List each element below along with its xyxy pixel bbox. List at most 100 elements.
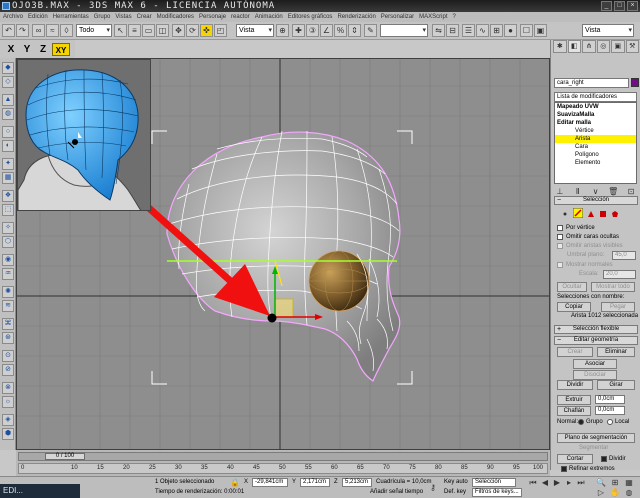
axis-x-button[interactable]: X	[4, 43, 18, 56]
tab-tool-13-icon[interactable]: ◉	[2, 254, 14, 266]
modifier-list-select[interactable]: Lista de modificadores	[554, 92, 637, 102]
cut-button[interactable]: Cortar	[557, 454, 593, 464]
tab-tool-6-icon[interactable]: ◐	[2, 140, 14, 152]
menu-help[interactable]: ?	[453, 12, 456, 22]
align-icon[interactable]: ⊟	[446, 24, 459, 37]
percent-snap-icon[interactable]: %	[334, 24, 347, 37]
copy-button[interactable]: Copiar	[557, 302, 591, 312]
maximize-button[interactable]: □	[614, 1, 625, 11]
key-filters-button[interactable]: Filtros de keys...	[472, 488, 522, 497]
manipulate-icon[interactable]: ✚	[292, 24, 305, 37]
select-rotate-icon[interactable]: ⟳	[186, 24, 199, 37]
menu-modifiers[interactable]: Modificadores	[157, 12, 194, 22]
tab-display-icon[interactable]: ▣	[611, 40, 625, 53]
material-editor-icon[interactable]: ●	[504, 24, 517, 37]
vertex-mode-icon[interactable]	[561, 210, 569, 218]
tab-tool-23-icon[interactable]: ◈	[2, 414, 14, 426]
lock-selection-icon[interactable]: 🔒	[230, 478, 240, 488]
x-coordinate-field[interactable]: -29,841cm	[252, 478, 288, 487]
rollout-selection[interactable]: Selección	[554, 196, 638, 205]
ignore-backfacing-checkbox[interactable]	[557, 234, 563, 240]
tab-tool-3-icon[interactable]: ▲	[2, 94, 14, 106]
stack-subobject-vertex[interactable]: Vértice	[555, 127, 636, 135]
turn-button[interactable]: Girar	[597, 380, 635, 390]
stack-subobject-element[interactable]: Elemento	[555, 159, 636, 167]
bind-spacewarp-icon[interactable]: ◊	[60, 24, 73, 37]
play-icon[interactable]: ▶	[552, 478, 562, 488]
named-selection-sets-select[interactable]	[380, 24, 428, 37]
tab-modify-icon[interactable]: ◧	[567, 40, 581, 53]
select-scale-icon[interactable]: ✜	[200, 24, 213, 37]
key-mode-select[interactable]: Selección	[472, 478, 516, 487]
stack-subobject-edge[interactable]: Arista	[555, 135, 636, 143]
tab-hierarchy-icon[interactable]: ⋔	[582, 40, 596, 53]
chamfer-amount-spinner[interactable]: 0,0cm	[595, 406, 625, 415]
add-time-tag-text[interactable]: Añadir señal tiempo	[370, 488, 423, 497]
taskbar-button[interactable]: EDI...	[0, 484, 80, 498]
paste-button[interactable]: Pegar	[601, 302, 635, 312]
edge-mode-icon[interactable]	[573, 208, 583, 218]
orbit-icon[interactable]: ◍	[624, 488, 634, 498]
minimize-button[interactable]: _	[601, 1, 612, 11]
zoom-all-icon[interactable]: ⊞	[610, 478, 620, 488]
window-crossing-icon[interactable]: ◫	[156, 24, 169, 37]
select-by-name-icon[interactable]: ≡	[128, 24, 141, 37]
next-frame-icon[interactable]: ▸	[564, 478, 574, 488]
region-select-icon[interactable]: ▭	[142, 24, 155, 37]
menu-animation[interactable]: Animación	[255, 12, 283, 22]
tab-tool-2-icon[interactable]: ◇	[2, 76, 14, 88]
split-checkbox[interactable]	[601, 456, 607, 462]
delete-button[interactable]: Eliminar	[597, 347, 635, 357]
previous-frame-icon[interactable]: ◀	[540, 478, 550, 488]
field-of-view-icon[interactable]: ▷	[596, 488, 606, 498]
auto-key-label[interactable]: Key auto	[444, 478, 468, 487]
stack-item-uvw[interactable]: Mapeado UVW	[555, 103, 636, 111]
selection-filter-select[interactable]: Todo	[76, 24, 112, 37]
undo-icon[interactable]: ↶	[2, 24, 15, 37]
axis-z-button[interactable]: Z	[36, 43, 50, 56]
select-move-icon[interactable]: ✥	[172, 24, 185, 37]
ignore-visible-edges-checkbox[interactable]	[557, 243, 563, 249]
hide-button[interactable]: Ocultar	[557, 282, 587, 292]
tab-tool-9-icon[interactable]: ❖	[2, 190, 14, 202]
by-vertex-checkbox[interactable]	[557, 225, 563, 231]
menu-customize[interactable]: Personalizar	[381, 12, 414, 22]
planar-threshold-spinner[interactable]: 45,0	[612, 251, 636, 260]
set-key-label[interactable]: Def. key	[444, 488, 466, 497]
tab-tool-10-icon[interactable]: ⬚	[2, 204, 14, 216]
unhide-all-button[interactable]: Mostrar todo	[591, 282, 635, 292]
rollout-edit-geometry[interactable]: Editar geometría	[554, 336, 638, 345]
schematic-view-icon[interactable]: ⊞	[490, 24, 503, 37]
tab-tool-12-icon[interactable]: ⬡	[2, 236, 14, 248]
create-button[interactable]: Crear	[557, 347, 593, 357]
attach-button[interactable]: Asociar	[573, 359, 617, 369]
menu-maxscript[interactable]: MAXScript	[419, 12, 447, 22]
tab-tool-19-icon[interactable]: ⊙	[2, 350, 14, 362]
stack-item-edit-mesh[interactable]: Editar malla	[555, 119, 636, 127]
normal-local-radio[interactable]	[607, 419, 613, 425]
redo-icon[interactable]: ↷	[16, 24, 29, 37]
show-normals-checkbox[interactable]	[557, 262, 563, 268]
tab-tool-20-icon[interactable]: ⊘	[2, 364, 14, 376]
angle-snap-icon[interactable]: ∠	[320, 24, 333, 37]
unlink-icon[interactable]: ≈	[46, 24, 59, 37]
menu-graph-editors[interactable]: Editores gráficos	[288, 12, 333, 22]
tab-tool-21-icon[interactable]: ⊗	[2, 382, 14, 394]
stack-item-meshsmooth[interactable]: SuavizaMalla	[555, 111, 636, 119]
menu-tools[interactable]: Herramientas	[53, 12, 89, 22]
curve-editor-icon[interactable]: ∿	[476, 24, 489, 37]
tab-motion-icon[interactable]: ◎	[596, 40, 610, 53]
divide-button[interactable]: Dividir	[557, 380, 593, 390]
element-mode-icon[interactable]	[611, 210, 619, 218]
menu-views[interactable]: Vistas	[115, 12, 131, 22]
tab-utilities-icon[interactable]: ⚒	[625, 40, 639, 53]
spinner-snap-icon[interactable]: ⇕	[348, 24, 361, 37]
object-name-field[interactable]: cara_right	[554, 78, 629, 88]
detach-button[interactable]: Disociar	[573, 370, 617, 380]
menu-create[interactable]: Crear	[137, 12, 152, 22]
key-icon[interactable]: ⚷	[428, 483, 438, 493]
scale-spinner[interactable]: 20,0	[603, 270, 636, 279]
tab-tool-18-icon[interactable]: ⊛	[2, 332, 14, 344]
normal-group-radio[interactable]	[578, 419, 584, 425]
chamfer-button[interactable]: Chaflán	[557, 406, 591, 416]
